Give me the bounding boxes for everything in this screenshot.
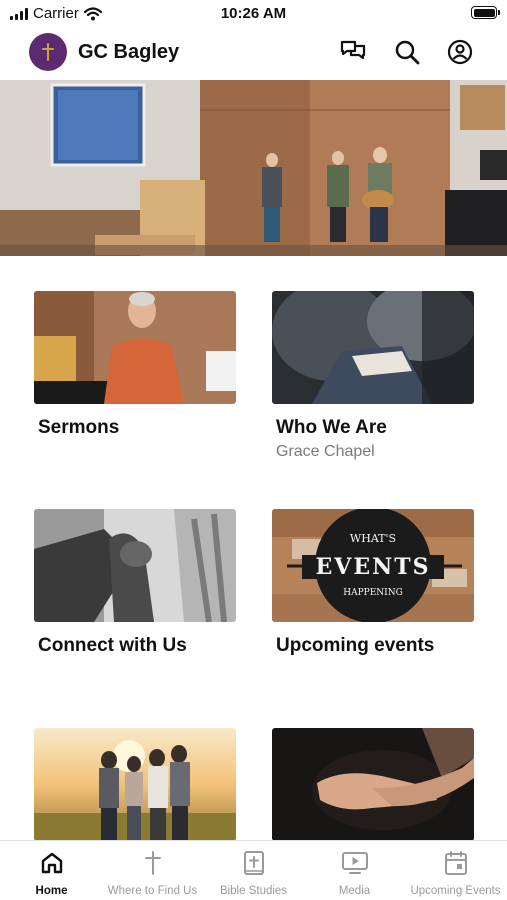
card-sermons[interactable]: Sermons (34, 291, 236, 439)
chat-icon (340, 40, 366, 60)
tab-where-to-find-us[interactable]: Where to Find Us (102, 849, 203, 897)
card-title: Sermons (38, 417, 120, 438)
tab-upcoming-events[interactable]: Upcoming Events (405, 849, 506, 897)
card-subtitle: Grace Chapel (276, 443, 375, 460)
church-avatar[interactable] (29, 33, 67, 71)
card-upcoming-events[interactable]: WHAT'S EVENTS HAPPENING Upcoming events (272, 509, 474, 657)
tab-label: Where to Find Us (107, 885, 198, 897)
card-title: Upcoming events (276, 635, 435, 656)
card-image (272, 728, 474, 841)
status-bar: Carrier 10:26 AM (0, 0, 507, 28)
holding-hands-photo (34, 509, 236, 622)
tab-icon (341, 849, 369, 877)
card-image (34, 728, 236, 841)
tab-icon (444, 849, 468, 877)
tab-icon (143, 849, 163, 877)
card-prayer[interactable] (272, 728, 474, 854)
card-image (272, 291, 474, 404)
card-image (34, 509, 236, 622)
tab-label: Bible Studies (219, 885, 288, 897)
app-title: GC Bagley (78, 41, 180, 63)
chat-button[interactable] (339, 38, 367, 66)
worship-band-photo (0, 80, 507, 256)
app-header: GC Bagley (0, 30, 507, 78)
tab-label: Upcoming Events (410, 885, 501, 897)
tab-label: Media (338, 885, 371, 897)
search-button[interactable] (393, 38, 421, 66)
search-icon (395, 40, 420, 65)
tab-bible-studies[interactable]: Bible Studies (203, 849, 304, 897)
card-title: Who We Are (276, 417, 387, 438)
events-sign-middle: EVENTS (316, 554, 431, 580)
events-sign-bottom: HAPPENING (343, 588, 403, 598)
status-time: 10:26 AM (220, 5, 287, 22)
open-hands-photo (272, 728, 474, 841)
account-icon (447, 39, 473, 65)
battery-icon (471, 6, 500, 19)
bible-icon (243, 851, 264, 875)
events-sign-top: WHAT'S (350, 532, 396, 545)
friends-sunset-photo (34, 728, 236, 841)
calendar-icon (444, 851, 467, 875)
card-who-we-are[interactable]: Who We Are Grace Chapel (272, 291, 474, 461)
tab-home[interactable]: Home (1, 849, 102, 897)
play-screen-icon (341, 852, 368, 874)
cross-logo-icon (42, 43, 54, 61)
card-image (34, 291, 236, 404)
tab-icon (243, 849, 265, 877)
tab-bar: Home Where to Find Us Bible Studies Medi… (0, 840, 507, 900)
tab-label: Home (35, 885, 68, 897)
card-title: Connect with Us (38, 635, 187, 656)
whats-happening-events-sign: WHAT'S EVENTS HAPPENING (272, 509, 474, 622)
preacher-photo (34, 291, 236, 404)
congregation-bible-photo (272, 291, 474, 404)
card-community[interactable] (34, 728, 236, 854)
card-image: WHAT'S EVENTS HAPPENING (272, 509, 474, 622)
tab-media[interactable]: Media (304, 849, 405, 897)
account-button[interactable] (446, 38, 474, 66)
hero-image[interactable] (0, 80, 507, 256)
card-connect-with-us[interactable]: Connect with Us (34, 509, 236, 657)
home-icon (41, 852, 62, 874)
tab-icon (40, 849, 64, 877)
cross-icon (144, 851, 161, 875)
